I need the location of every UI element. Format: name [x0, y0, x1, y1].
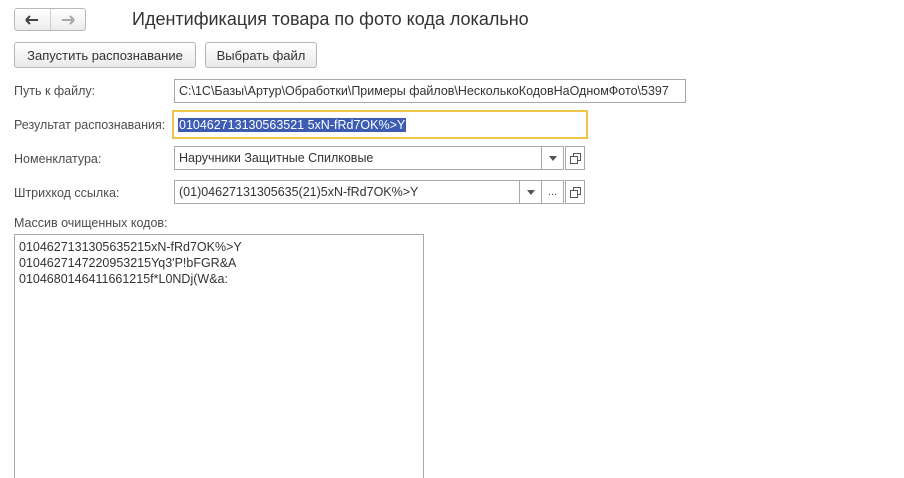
barcode-select-button[interactable]: ... — [542, 180, 564, 204]
nomenclature-open-button[interactable] — [565, 146, 585, 170]
choose-file-button[interactable]: Выбрать файл — [205, 42, 317, 68]
code-line: 0104680146411661215f*L0NDj(W&a: — [19, 272, 228, 286]
result-field[interactable]: 010462713130563521 5xN-fRd7OK%>Y — [172, 110, 588, 139]
codes-textarea[interactable]: 0104627131305635215xN-fRd7OK%>Y 01046271… — [14, 234, 424, 478]
page-title: Идентификация товара по фото кода локаль… — [132, 9, 529, 29]
code-line: 0104627131305635215xN-fRd7OK%>Y — [19, 240, 242, 254]
nomenclature-label: Номенклатура: — [14, 152, 102, 166]
file-path-label: Путь к файлу: — [14, 84, 96, 98]
ellipsis-icon: ... — [547, 186, 558, 198]
code-line: 0104627147220953215Yq3'P!bFGR&A — [19, 256, 237, 270]
back-button[interactable] — [15, 9, 50, 30]
recognize-button[interactable]: Запустить распознавание — [14, 42, 196, 68]
nomenclature-field[interactable]: Наручники Защитные Спилковые — [174, 146, 542, 170]
result-label: Результат распознавания: — [14, 118, 166, 132]
forward-button[interactable] — [49, 9, 86, 30]
nomenclature-dropdown-button[interactable] — [542, 146, 564, 170]
open-window-icon — [569, 186, 581, 198]
barcode-open-button[interactable] — [565, 180, 585, 204]
codes-label: Массив очищенных кодов: — [14, 216, 168, 230]
open-window-icon — [569, 152, 581, 164]
barcode-dropdown-button[interactable] — [520, 180, 542, 204]
barcode-value: (01)04627131305635(21)5xN-fRd7OK%>Y — [179, 185, 419, 199]
chevron-down-icon — [548, 155, 557, 161]
chevron-down-icon — [526, 189, 535, 195]
nav-buttons — [14, 8, 86, 31]
nomenclature-value: Наручники Защитные Спилковые — [179, 151, 374, 165]
barcode-label: Штрихкод ссылка: — [14, 186, 120, 200]
barcode-field[interactable]: (01)04627131305635(21)5xN-fRd7OK%>Y — [174, 180, 520, 204]
file-path-field[interactable]: C:\1С\Базы\Артур\Обработки\Примеры файло… — [174, 79, 686, 103]
arrow-right-icon — [61, 14, 75, 25]
result-value: 010462713130563521 5xN-fRd7OK%>Y — [178, 117, 407, 132]
arrow-left-icon — [25, 14, 39, 25]
form-window: Идентификация товара по фото кода локаль… — [0, 0, 904, 478]
file-path-value: C:\1С\Базы\Артур\Обработки\Примеры файло… — [179, 84, 669, 98]
